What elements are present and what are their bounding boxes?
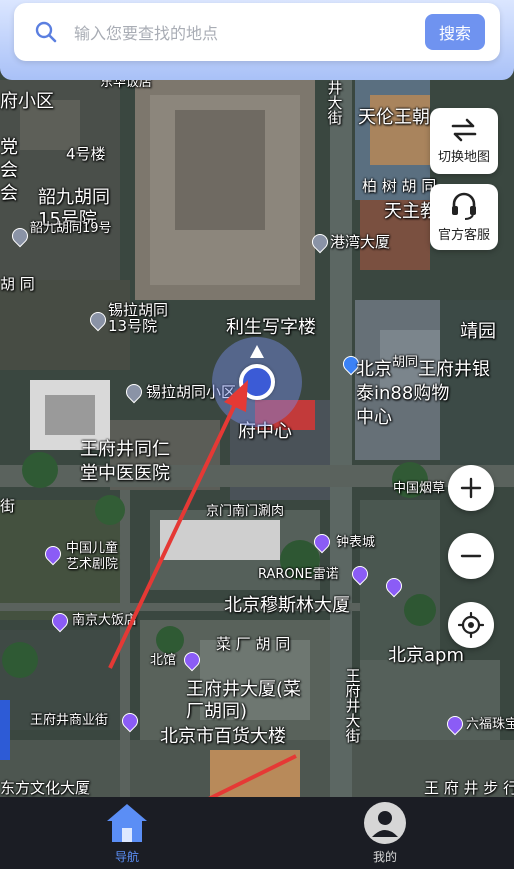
map-label: 13号院 — [108, 317, 158, 335]
zoom-out-button[interactable] — [448, 533, 494, 579]
location-dot — [239, 364, 275, 400]
map-label: 艺术剧院 — [66, 557, 119, 572]
tab-mine-label: 我的 — [372, 850, 397, 864]
map-label: 柏 树 胡 同 — [362, 177, 437, 195]
customer-service-label: 官方客服 — [437, 227, 490, 243]
map-label: 井大街 — [325, 80, 344, 125]
map-label: 利生写字楼 — [226, 317, 316, 338]
user-avatar-icon — [364, 802, 406, 844]
map-label: 北京市百货大楼 — [160, 726, 286, 747]
zoom-in-button[interactable] — [448, 465, 494, 511]
map-label: 靖园 — [460, 321, 496, 342]
search-header: 搜索 — [0, 0, 514, 80]
current-location-marker — [212, 337, 302, 427]
map-label: 东方文化大厦 — [0, 779, 91, 797]
map-label: 4号楼 — [66, 145, 106, 163]
minus-icon — [460, 554, 482, 558]
switch-map-label: 切换地图 — [437, 149, 490, 165]
map-label: 泰in88购物 — [356, 383, 450, 404]
swap-arrows-icon — [451, 118, 477, 141]
map-label: 港湾大厦 — [330, 233, 391, 251]
search-input[interactable] — [74, 16, 414, 50]
map-label: 六福珠宝 — [466, 717, 514, 732]
map-label: 北馆 — [150, 653, 177, 668]
map-label: 南京大饭店 — [72, 613, 138, 628]
plus-icon — [460, 477, 482, 499]
map-label: 会 — [0, 183, 18, 204]
map-label: 钟表城 — [336, 535, 376, 550]
map-label: 堂中医医院 — [80, 463, 170, 484]
switch-map-button[interactable]: 切换地图 — [430, 108, 498, 174]
tab-navigation-label: 导航 — [114, 850, 139, 864]
map-label: 韶九胡同19号 — [30, 221, 112, 236]
search-box: 搜索 — [14, 3, 500, 61]
locate-me-button[interactable] — [448, 602, 494, 648]
map-label: 中国儿童 — [66, 541, 119, 556]
map-label: 街 — [0, 497, 16, 515]
map-label: 京门南门涮肉 — [206, 504, 285, 519]
map-label: 北京apm — [388, 645, 464, 666]
search-icon — [35, 21, 57, 43]
crosshair-icon — [458, 612, 484, 638]
map-label: 北京 — [356, 359, 392, 380]
home-icon — [107, 804, 147, 842]
map-label: 菜 厂 胡 同 — [216, 635, 291, 653]
bottom-tab-bar: 导航 我的 — [0, 797, 514, 869]
map-label: 会 — [0, 160, 18, 181]
map-label: 胡同 — [392, 355, 419, 370]
headset-icon — [452, 192, 476, 220]
map-label: 府小区 — [0, 91, 54, 112]
customer-service-button[interactable]: 官方客服 — [430, 184, 498, 250]
heading-arrow-icon — [250, 345, 264, 358]
map-label: 中心 — [356, 407, 392, 428]
map-label: 天伦王朝 — [358, 107, 430, 128]
map-label: 王府井银 — [418, 359, 490, 380]
map-label: RARONE雷诺 — [258, 567, 339, 582]
map-label: 王府井大厦(菜 — [186, 679, 302, 700]
map-label: 厂胡同) — [186, 701, 248, 722]
map-label: 韶九胡同 — [38, 187, 110, 208]
map-label: 王府井大街 — [343, 668, 362, 743]
tab-navigation[interactable]: 导航 — [82, 801, 172, 867]
map-label: 王 府 井 步 行 — [424, 779, 514, 797]
map-label: 北京穆斯林大厦 — [224, 595, 350, 616]
map-label: 党 — [0, 137, 18, 158]
map-label: 王府井商业街 — [30, 713, 109, 728]
map-label: 中国烟草 — [393, 481, 446, 496]
tab-mine[interactable]: 我的 — [340, 801, 430, 867]
map-label: 王府井同仁 — [80, 439, 170, 460]
search-button[interactable]: 搜索 — [425, 14, 485, 50]
map-label: 胡 同 — [0, 275, 35, 293]
